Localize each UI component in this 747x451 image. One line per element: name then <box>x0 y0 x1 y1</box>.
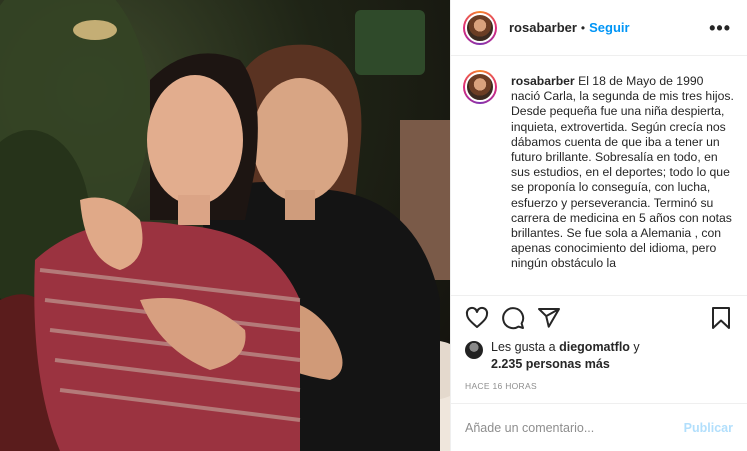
photo-illustration <box>0 0 450 451</box>
username-link[interactable]: rosabarber <box>509 20 577 35</box>
send-icon[interactable] <box>537 306 561 330</box>
comment-form: Publicar <box>451 403 747 451</box>
avatar-image <box>465 12 495 43</box>
post-side-panel: rosabarber • Seguir ••• rosabarber El 18… <box>450 0 747 451</box>
post-timestamp[interactable]: HACE 16 HORAS <box>451 373 747 403</box>
bookmark-icon[interactable] <box>709 306 733 330</box>
comment-icon[interactable] <box>501 306 525 330</box>
heart-icon[interactable] <box>465 306 489 330</box>
liker-avatar[interactable] <box>465 341 483 359</box>
likes-count[interactable]: 2.235 personas más <box>491 357 610 371</box>
avatar-image <box>465 72 495 102</box>
likes-summary: Les gusta a diegomatflo y 2.235 personas… <box>451 339 747 373</box>
caption-avatar[interactable] <box>463 70 497 104</box>
likes-text: Les gusta a diegomatflo y 2.235 personas… <box>491 339 640 373</box>
separator-dot: • <box>580 20 586 35</box>
more-options-icon[interactable]: ••• <box>709 19 731 37</box>
user-avatar[interactable] <box>463 10 497 45</box>
likes-prefix: Les gusta a <box>491 340 560 354</box>
caption-area: rosabarber El 18 de Mayo de 1990 nació C… <box>451 56 747 295</box>
post-photo[interactable] <box>0 0 450 451</box>
post-header: rosabarber • Seguir ••• <box>451 0 747 56</box>
comment-input[interactable] <box>465 420 684 435</box>
instagram-post: rosabarber • Seguir ••• rosabarber El 18… <box>0 0 747 451</box>
follow-button[interactable]: Seguir <box>589 20 629 35</box>
liker-username[interactable]: diegomatflo <box>559 340 630 354</box>
caption-text: rosabarber El 18 de Mayo de 1990 nació C… <box>511 74 735 295</box>
caption-username[interactable]: rosabarber <box>511 74 575 88</box>
likes-joiner: y <box>629 340 640 354</box>
publish-button[interactable]: Publicar <box>684 421 733 435</box>
caption-body: El 18 de Mayo de 1990 nació Carla, la se… <box>511 74 734 271</box>
